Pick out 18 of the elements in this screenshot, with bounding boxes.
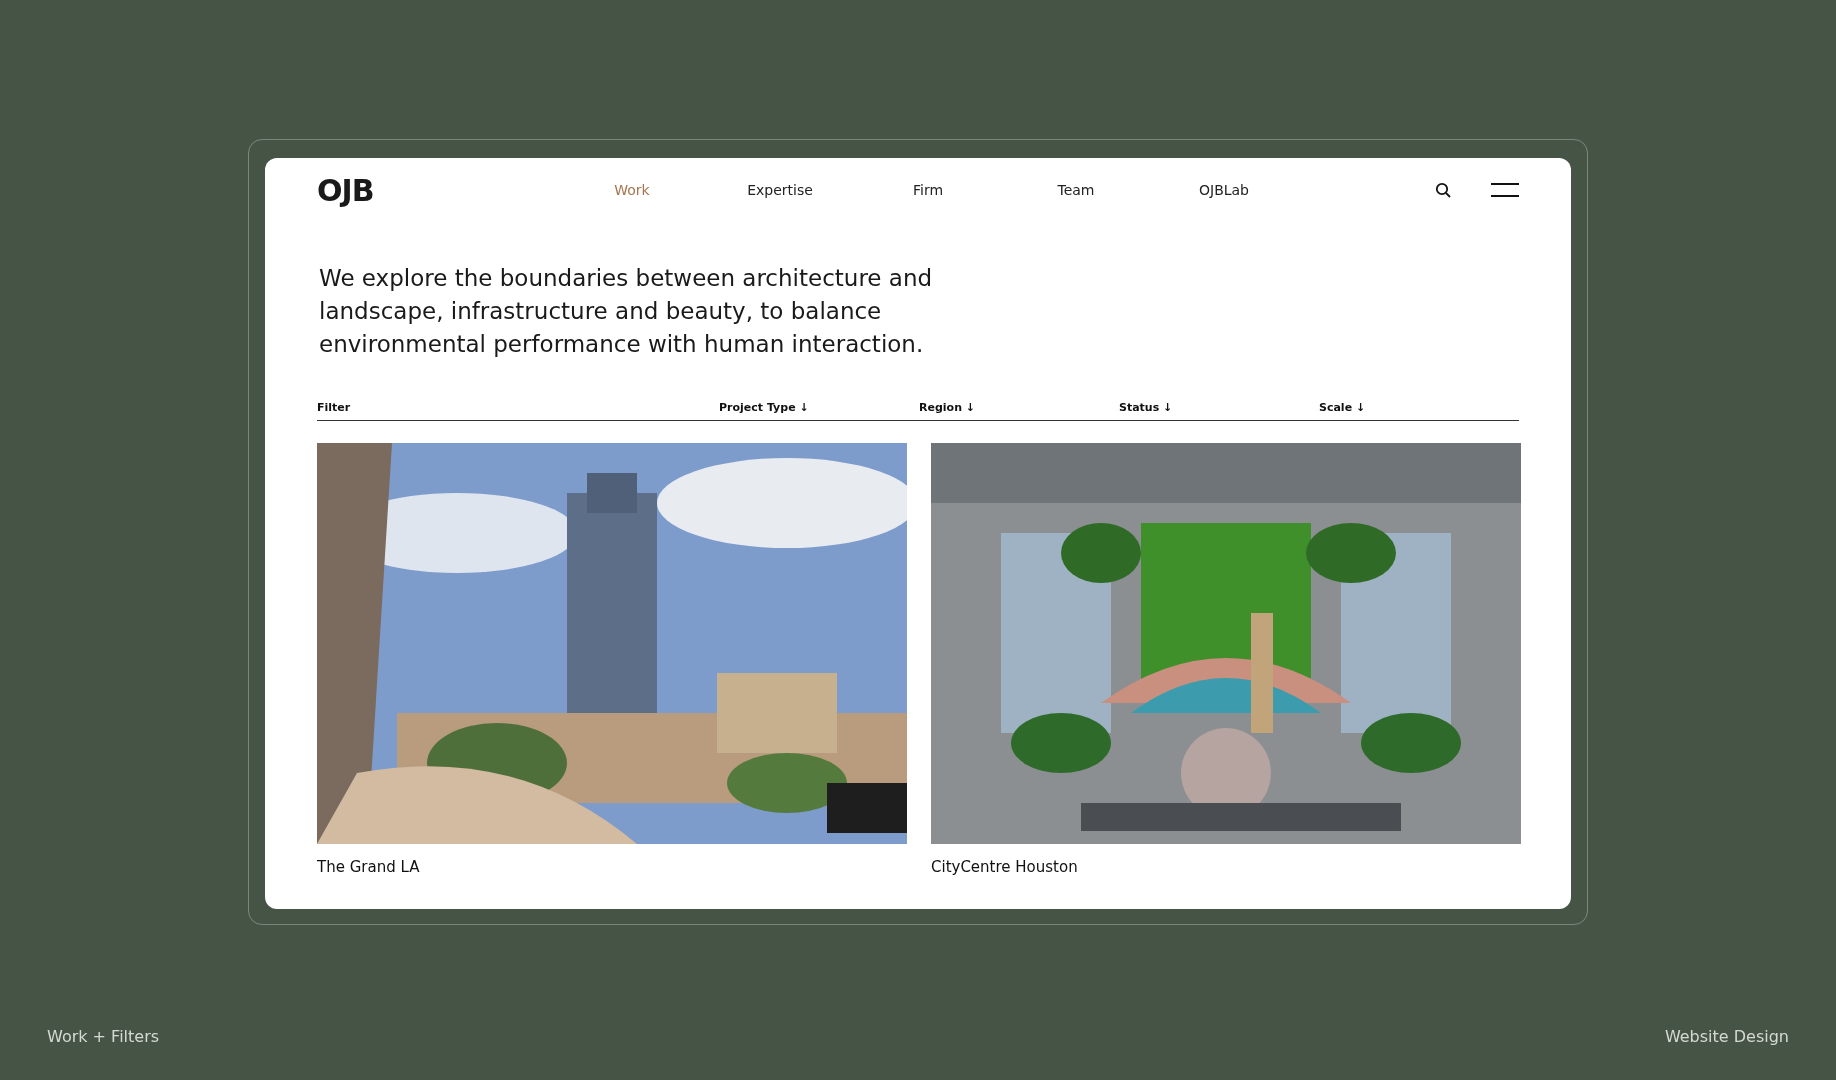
intro-text: We explore the boundaries between architecture and landscape, infrastructure and beauty, to balance environmental performance with human interaction.: [319, 264, 934, 359]
menu-icon[interactable]: [1491, 183, 1519, 197]
project-title[interactable]: CityCentre Houston: [931, 858, 1078, 876]
nav-link[interactable]: Team: [1057, 182, 1095, 198]
nav-link[interactable]: Firm: [912, 182, 944, 198]
nav-link[interactable]: Expertise: [747, 182, 813, 198]
search-icon[interactable]: [1435, 182, 1451, 198]
filter-label: Filter: [317, 401, 352, 414]
filter-dropdown[interactable]: Project Type ↓: [719, 401, 809, 414]
nav-link[interactable]: Work: [614, 182, 650, 198]
filter-dropdown[interactable]: Region ↓: [919, 401, 975, 414]
filter-dropdown[interactable]: Scale ↓: [1319, 401, 1366, 414]
project-title[interactable]: The Grand LA: [317, 858, 420, 876]
nav-link[interactable]: OJBLab: [1199, 182, 1249, 198]
caption: Work + Filters: [47, 1027, 160, 1046]
caption: Website Design: [1664, 1027, 1789, 1046]
filter-dropdown[interactable]: Status ↓: [1119, 401, 1173, 414]
logo[interactable]: OJB: [317, 172, 558, 208]
